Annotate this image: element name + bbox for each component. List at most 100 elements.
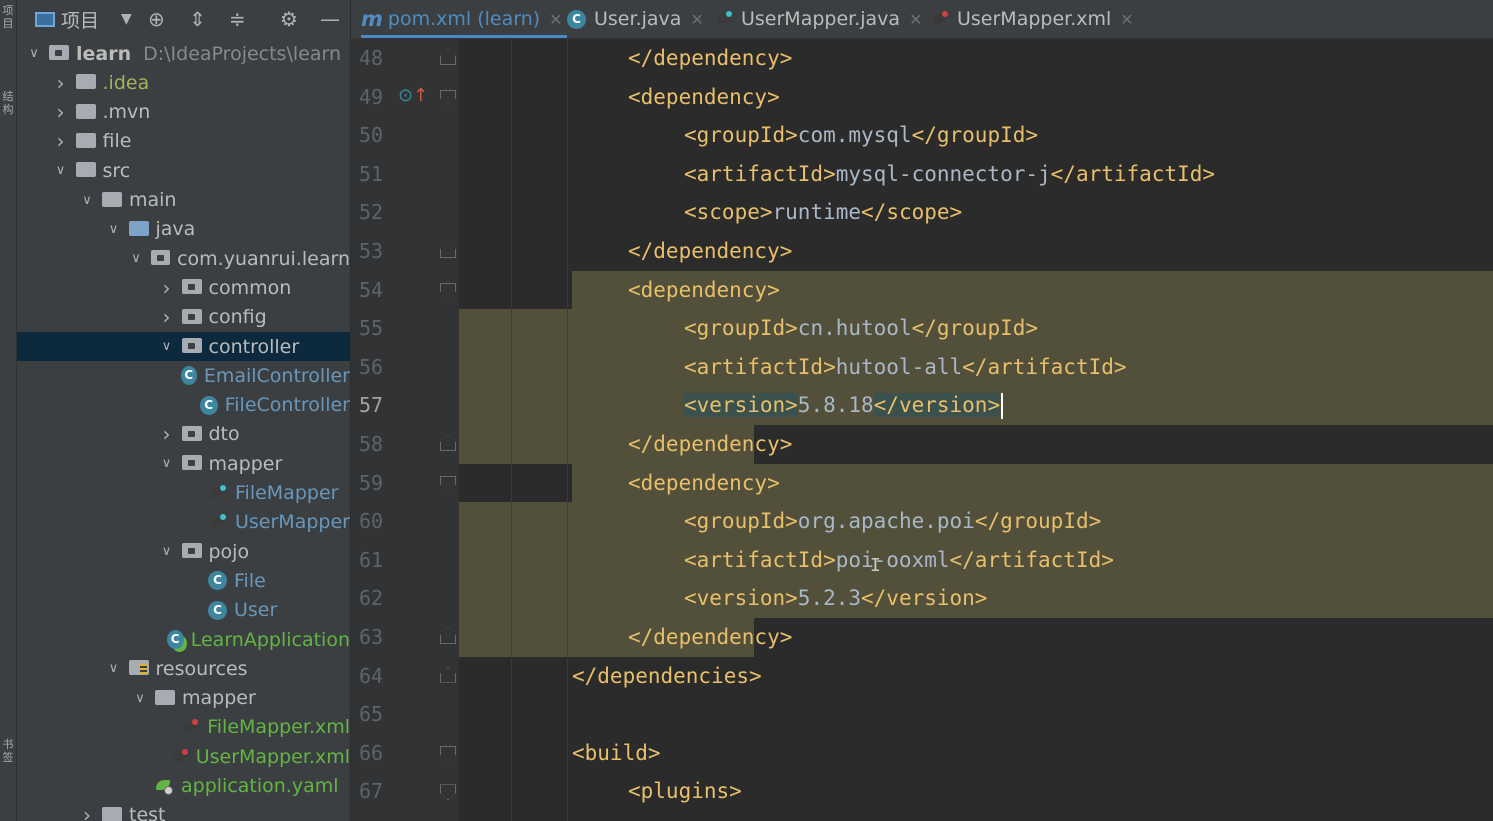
code-line[interactable]: <version>5.8.18</version> [684, 386, 1004, 424]
tree-item-mapper[interactable]: ∨ mapper [17, 684, 350, 713]
code-line[interactable]: </dependencies> [572, 657, 762, 695]
structure-tool-window-button[interactable]: 结构 [1, 90, 15, 116]
override-arrow-icon[interactable]: ⊙↑ [398, 85, 428, 106]
chevron-down-icon[interactable]: ∨ [133, 691, 147, 706]
tree-item-user[interactable]: C User [17, 596, 350, 625]
code-line[interactable]: </dependency> [628, 232, 792, 270]
chevron-down-icon[interactable]: ∨ [160, 339, 174, 354]
tree-item-label: .mvn [102, 101, 151, 124]
line-number: 52 [359, 200, 384, 225]
project-tool-window-button[interactable]: 项目 [1, 4, 15, 30]
tree-item-label: src [102, 159, 131, 182]
chevron-down-icon[interactable]: ∨ [54, 163, 68, 178]
tree-item-filecontroller[interactable]: C FileController [17, 391, 350, 420]
code-line[interactable]: <build> [572, 734, 661, 772]
code-line[interactable]: <artifactId>poi-ooxml</artifactId> [684, 541, 1114, 579]
close-icon[interactable]: ✕ [909, 10, 922, 29]
tab-usermapper-xml[interactable]: UserMapper.xml ✕ [930, 0, 1134, 38]
chevron-down-icon[interactable]: ∨ [80, 193, 94, 208]
tree-item-usermapper[interactable]: UserMapper [17, 508, 350, 537]
tree-item-learnapplication[interactable]: C LearnApplication [17, 625, 350, 654]
code-line[interactable]: <dependency> [628, 464, 780, 502]
tab-usermapper-java[interactable]: UserMapper.java ✕ [714, 0, 922, 38]
chevron-down-icon[interactable]: ∨ [160, 456, 174, 471]
tree-item-dto[interactable]: › dto [17, 420, 350, 449]
collapse-all-icon[interactable]: ≑ [229, 6, 246, 32]
tree-item-resources[interactable]: ∨ resources [17, 654, 350, 683]
chevron-down-icon[interactable]: ∨ [27, 46, 41, 61]
code-editor[interactable]: </dependency> <dependency> <groupId>com.my… [459, 39, 1493, 821]
chevron-right-icon[interactable]: › [160, 276, 174, 300]
gear-icon[interactable]: ⚙ [280, 6, 298, 32]
tree-item-file[interactable]: › file [17, 127, 350, 156]
expand-all-icon[interactable]: ⇕ [189, 6, 206, 32]
tree-item-mvn[interactable]: › .mvn [17, 98, 350, 127]
close-icon[interactable]: ✕ [549, 10, 562, 29]
tree-item-label: resources [155, 657, 248, 680]
tree-item-mapper[interactable]: ∨ mapper [17, 449, 350, 478]
locate-icon[interactable]: ⊕ [148, 6, 165, 32]
tree-item-controller[interactable]: ∨ controller [17, 332, 350, 361]
tree-item-application-yaml[interactable]: application.yaml [17, 772, 350, 801]
tree-item-file[interactable]: C File [17, 566, 350, 595]
project-panel-title: 项目 [61, 9, 100, 32]
tree-item-learn[interactable]: ∨ learn D:\IdeaProjects\learn [17, 39, 350, 68]
tree-item-java[interactable]: ∨ java [17, 215, 350, 244]
code-line[interactable]: <artifactId>hutool-all</artifactId> [684, 348, 1127, 386]
tree-item-emailcontroller[interactable]: C EmailController [17, 361, 350, 390]
tree-item-config[interactable]: › config [17, 303, 350, 332]
chevron-down-icon[interactable]: ∨ [107, 222, 121, 237]
code-line[interactable]: <dependency> [628, 78, 780, 116]
code-line[interactable]: <groupId>com.mysql</groupId> [684, 116, 1038, 154]
tree-item-main[interactable]: ∨ main [17, 186, 350, 215]
chevron-right-icon[interactable]: › [80, 803, 94, 821]
tree-item-test[interactable]: › test [17, 801, 350, 821]
code-line[interactable]: </dependency> [628, 618, 792, 656]
xml-text-value: org.apache.poi [797, 509, 975, 534]
tree-item-usermapper-xml[interactable]: UserMapper.xml [17, 742, 350, 771]
hide-icon[interactable]: — [320, 6, 340, 32]
code-line[interactable]: <groupId>cn.hutool</groupId> [684, 309, 1038, 347]
folder-icon [155, 689, 175, 705]
folder-icon [102, 191, 122, 207]
xml-text-value: poi-ooxml [835, 547, 950, 572]
close-icon[interactable]: ✕ [690, 10, 703, 29]
tree-item-idea[interactable]: › .idea [17, 68, 350, 97]
code-line[interactable]: </dependency> [628, 425, 792, 463]
code-line[interactable]: <scope>runtime</scope> [684, 193, 962, 231]
chevron-down-icon[interactable]: ∨ [107, 661, 121, 676]
mybatis-xml-icon [930, 10, 952, 28]
tree-item-filemapper[interactable]: FileMapper [17, 479, 350, 508]
project-view-selector[interactable]: 项目 [35, 6, 99, 32]
xml-tag: <groupId> [684, 509, 798, 534]
tree-item-filemapper-xml[interactable]: FileMapper.xml [17, 713, 350, 742]
folder-icon [102, 806, 122, 821]
close-icon[interactable]: ✕ [1120, 10, 1133, 29]
chevron-right-icon[interactable]: › [160, 305, 174, 329]
code-line[interactable]: <version>5.2.3</version> [684, 579, 987, 617]
chevron-down-icon[interactable]: ∨ [129, 251, 143, 266]
chevron-right-icon[interactable]: › [54, 129, 68, 153]
chevron-down-icon[interactable]: ∨ [160, 544, 174, 559]
tree-item-src[interactable]: ∨ src [17, 156, 350, 185]
chevron-down-icon[interactable]: ▼ [121, 6, 132, 32]
code-line[interactable]: <artifactId>mysql-connector-j</artifactI… [684, 155, 1215, 193]
bookmarks-tool-window-button[interactable]: 书签 [1, 738, 15, 764]
chevron-right-icon[interactable]: › [54, 100, 68, 124]
tab-user-java[interactable]: C User.java ✕ [567, 0, 704, 38]
tab-pom-xml[interactable]: m pom.xml (learn) ✕ [361, 0, 567, 38]
chevron-right-icon[interactable]: › [160, 422, 174, 446]
line-number: 63 [359, 625, 384, 649]
tree-item-label: FileController [224, 394, 350, 417]
folder-icon [75, 103, 96, 119]
chevron-right-icon[interactable]: › [54, 71, 68, 95]
code-line[interactable]: <plugins> [628, 772, 742, 810]
tree-item-common[interactable]: › common [17, 273, 350, 302]
code-line[interactable]: <dependency> [628, 271, 780, 309]
code-line[interactable]: <groupId>org.apache.poi</groupId> [684, 502, 1101, 540]
tree-item-com-yuanrui-learn[interactable]: ∨ com.yuanrui.learn [17, 244, 350, 273]
xml-text-value: cn.hutool [797, 316, 912, 341]
tree-item-pojo[interactable]: ∨ pojo [17, 537, 350, 566]
tree-item-label: main [129, 189, 177, 211]
code-line[interactable]: </dependency> [628, 39, 792, 77]
